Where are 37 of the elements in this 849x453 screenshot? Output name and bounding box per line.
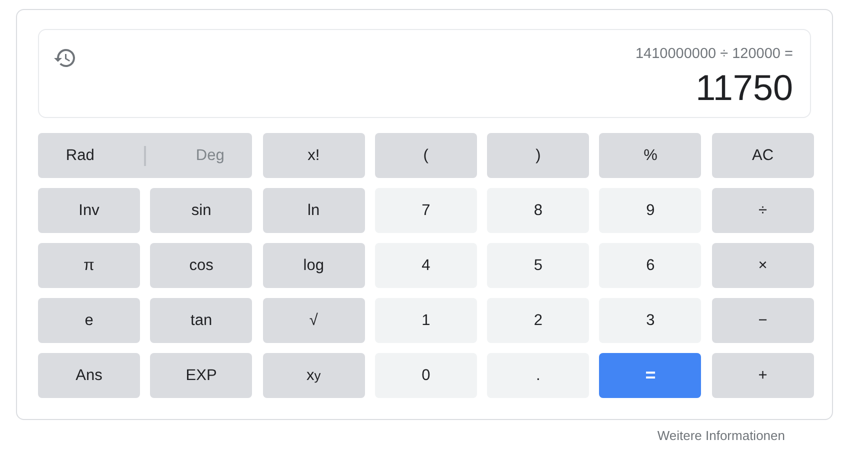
calculator-key[interactable]: π: [38, 243, 140, 288]
calculator-key[interactable]: 8: [487, 188, 590, 233]
result-text: 11750: [696, 66, 793, 110]
calculator-key[interactable]: x!: [262, 133, 365, 178]
mode-option[interactable]: Rad: [60, 144, 100, 166]
more-info-link[interactable]: Weitere Informationen: [657, 428, 785, 443]
calculator-key[interactable]: e: [38, 298, 140, 343]
equals-key[interactable]: =: [599, 353, 702, 398]
calculator-key[interactable]: %: [599, 133, 702, 178]
calculator-key[interactable]: 3: [599, 298, 702, 343]
calculator-key[interactable]: sin: [150, 188, 252, 233]
calculator-key[interactable]: ÷: [712, 188, 814, 233]
calculator-key[interactable]: ln: [262, 188, 365, 233]
calculator-key[interactable]: 4: [374, 243, 477, 288]
calculator-key[interactable]: 6: [599, 243, 702, 288]
calculator-key[interactable]: √: [262, 298, 365, 343]
calculator-key[interactable]: ): [487, 133, 590, 178]
calculator-key[interactable]: cos: [150, 243, 252, 288]
calculator-key[interactable]: 9: [599, 188, 702, 233]
history-icon[interactable]: [53, 46, 77, 70]
calculator-key[interactable]: 2: [487, 298, 590, 343]
calculator-key[interactable]: 1: [374, 298, 477, 343]
calculator-key[interactable]: tan: [150, 298, 252, 343]
calculator-key[interactable]: 5: [487, 243, 590, 288]
calculator-key[interactable]: −: [712, 298, 814, 343]
calculator-key[interactable]: Ans: [38, 353, 140, 398]
calculator-key[interactable]: Inv: [38, 188, 140, 233]
expression-text: 1410000000 ÷ 120000 =: [635, 45, 793, 63]
calculator-key[interactable]: (: [374, 133, 477, 178]
calculator-key[interactable]: EXP: [150, 353, 252, 398]
calculator-key[interactable]: log: [262, 243, 365, 288]
calculator-key[interactable]: ×: [712, 243, 814, 288]
calculator-key[interactable]: 7: [374, 188, 477, 233]
calculator-key[interactable]: .: [487, 353, 590, 398]
calculator-key[interactable]: +: [712, 353, 814, 398]
calculator-key[interactable]: 0: [374, 353, 477, 398]
calculator-key[interactable]: AC: [712, 133, 814, 178]
